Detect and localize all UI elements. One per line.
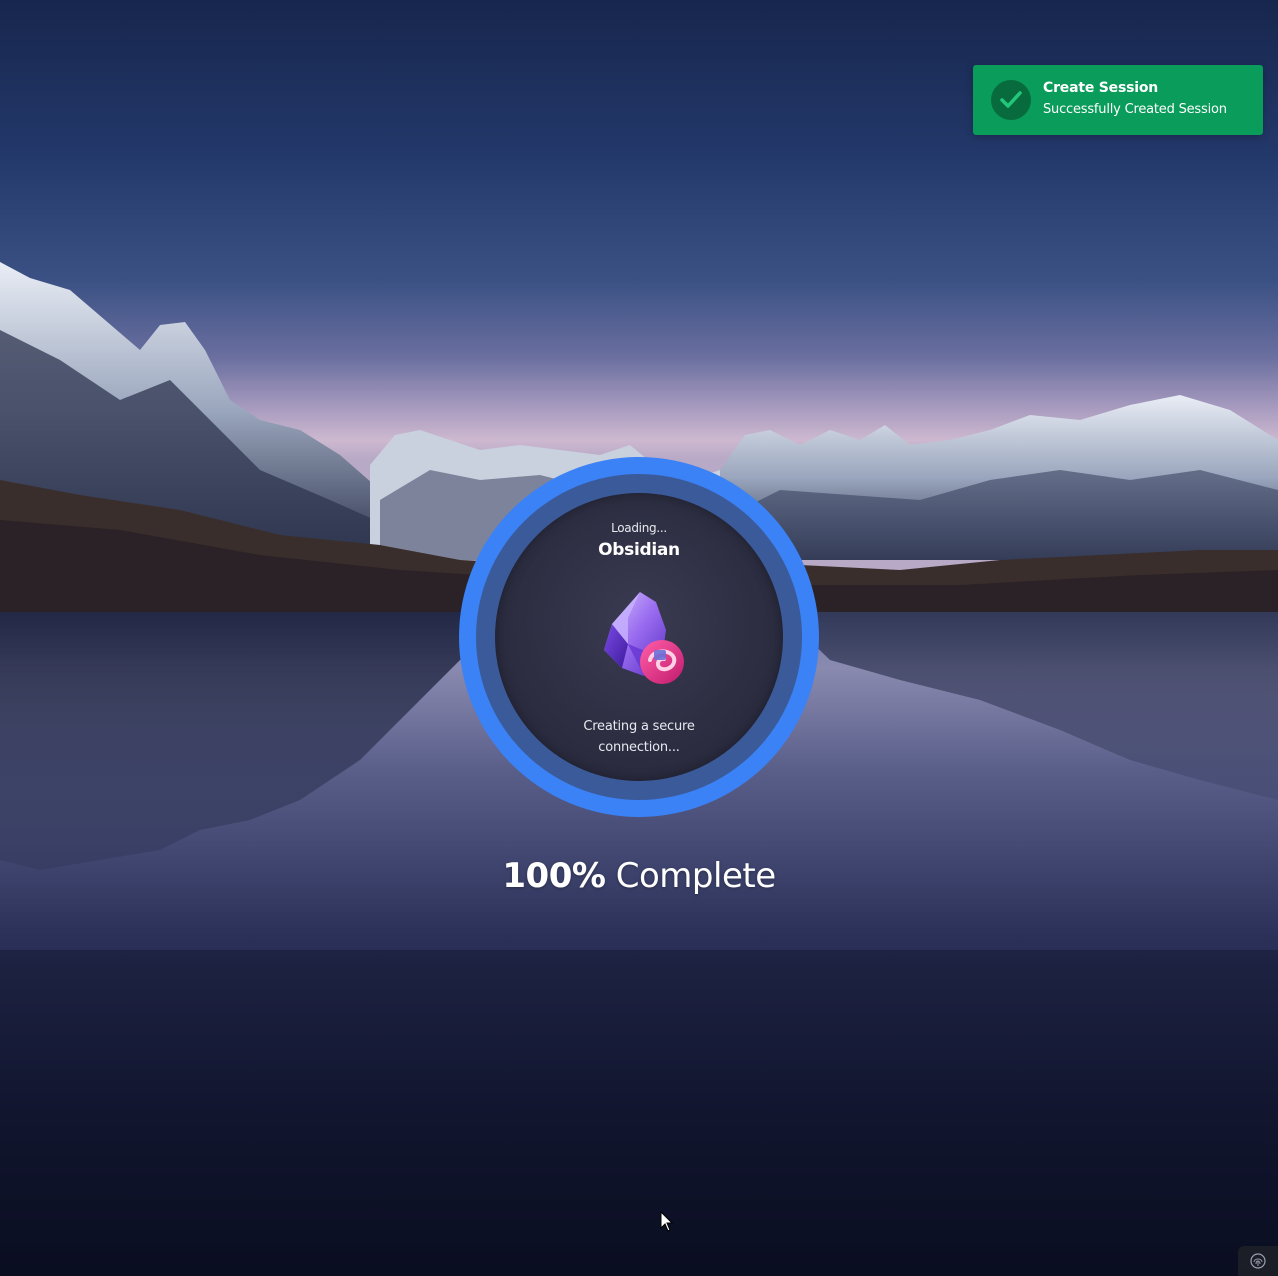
check-circle-icon (991, 80, 1031, 120)
obsidian-logo (604, 592, 684, 684)
toast-message: Successfully Created Session (1043, 102, 1227, 117)
desktop-background: Create Session Successfully Created Sess… (0, 0, 1278, 1276)
progress-label: Complete (615, 856, 776, 896)
app-name: Obsidian (598, 540, 680, 560)
progress-percent: 100% (502, 856, 606, 896)
mouse-cursor-icon (660, 1211, 674, 1232)
status-text: Creating a secure connection... (583, 719, 695, 755)
progress-readout: 100% Complete (440, 856, 838, 896)
fingerprint-icon (1250, 1253, 1266, 1269)
corner-button[interactable] (1238, 1246, 1278, 1276)
loading-label: Loading... (611, 521, 667, 535)
toast-title: Create Session (1043, 80, 1159, 96)
success-toast[interactable]: Create Session Successfully Created Sess… (973, 65, 1263, 135)
